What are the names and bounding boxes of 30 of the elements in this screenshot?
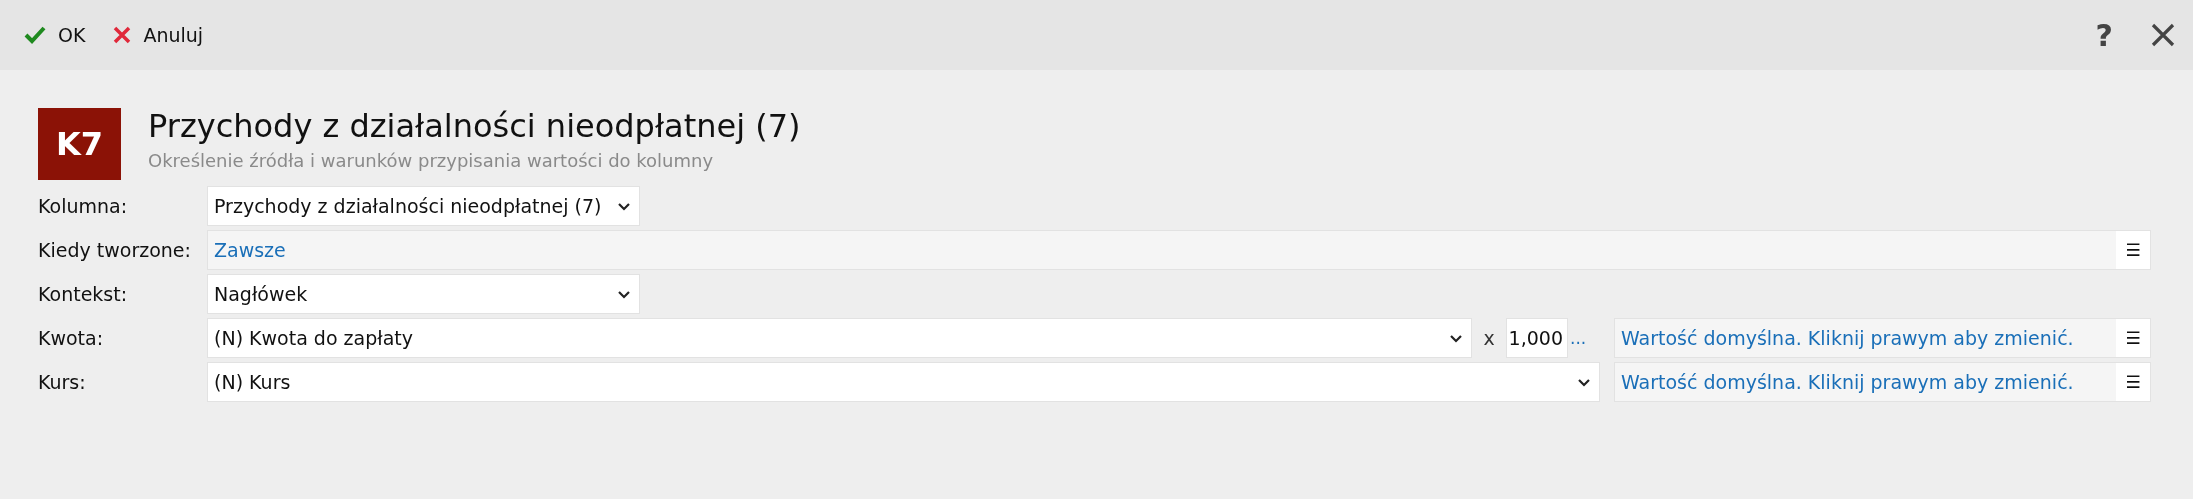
dropdown[interactable]: Przychody z działalności nieodpłatnej (7) bbox=[207, 186, 640, 226]
multiply-sign: x bbox=[1482, 327, 1496, 349]
chevron-down-icon bbox=[1577, 377, 1591, 387]
field-label: Kontekst: bbox=[38, 283, 129, 305]
dropdown[interactable]: (N) Kurs bbox=[207, 362, 1600, 402]
default-value-note[interactable]: Wartość domyślna. Kliknij prawym aby zmienić. bbox=[1621, 371, 2074, 393]
dropdown[interactable]: (N) Kwota do zapłaty bbox=[207, 318, 1472, 358]
default-value-note[interactable]: Wartość domyślna. Kliknij prawym aby zmienić. bbox=[1621, 327, 2074, 349]
help-button[interactable]: ? bbox=[2087, 17, 2121, 53]
checkmark-icon bbox=[24, 26, 46, 44]
menu-button[interactable]: ☰ bbox=[2116, 231, 2150, 269]
cross-icon bbox=[113, 26, 132, 44]
column-badge: K7 bbox=[38, 108, 121, 180]
field-label: Kurs: bbox=[38, 371, 87, 393]
chevron-down-icon bbox=[1449, 333, 1463, 343]
factor-input[interactable]: 1,000 bbox=[1506, 318, 1568, 358]
menu-button[interactable]: ☰ bbox=[2116, 363, 2150, 401]
dialog-title: Przychody z działalności nieodpłatnej (7) bbox=[148, 106, 801, 146]
dropdown[interactable]: Nagłówek bbox=[207, 274, 640, 314]
field-label: Kiedy tworzone: bbox=[38, 239, 192, 261]
field-label: Kolumna: bbox=[38, 195, 129, 217]
condition-link[interactable]: Zawsze bbox=[214, 239, 286, 261]
menu-button[interactable]: ☰ bbox=[2116, 319, 2150, 357]
field-label: Kwota: bbox=[38, 327, 105, 349]
cancel-button[interactable]: Anuluj bbox=[103, 18, 214, 52]
chevron-down-icon bbox=[617, 289, 631, 299]
chevron-down-icon bbox=[617, 201, 631, 211]
ok-button[interactable]: OK bbox=[14, 18, 96, 52]
more-button[interactable]: ... bbox=[1568, 328, 1608, 348]
dialog-subtitle: Określenie źródła i warunków przypisania wartości do kolumny bbox=[148, 150, 715, 171]
